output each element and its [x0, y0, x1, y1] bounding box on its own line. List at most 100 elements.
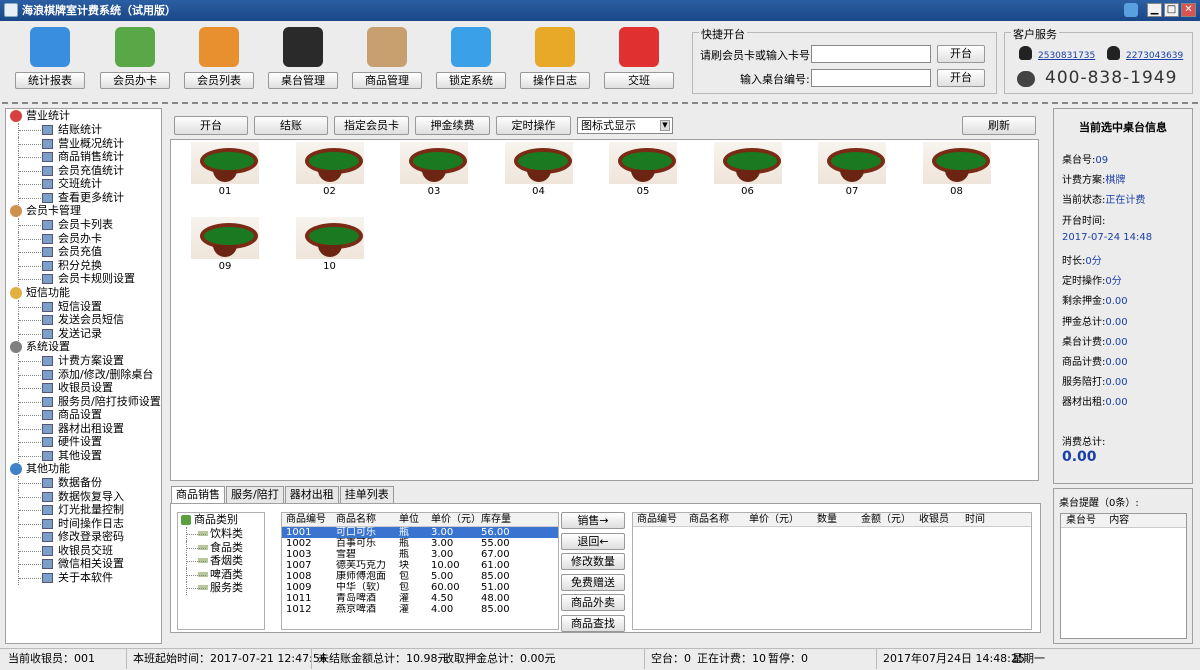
sidebar-group[interactable]: 营业统计 [6, 109, 161, 123]
sidebar-group[interactable]: 其他功能 [6, 462, 161, 476]
free-gift-button[interactable]: 免费赠送 [561, 573, 625, 591]
sidebar-item[interactable]: 交班统计 [6, 177, 161, 191]
sidebar-group[interactable]: 短信功能 [6, 286, 161, 300]
open-by-card-button[interactable]: 开台 [937, 45, 985, 63]
status-billing: 正在计费：10 [697, 652, 766, 665]
takeout-button[interactable]: 商品外卖 [561, 594, 625, 612]
return-button[interactable]: 退回← [561, 532, 625, 550]
minimize-button[interactable]: ▁ [1147, 3, 1162, 17]
table-icon[interactable]: 02 [295, 142, 365, 202]
table-icon[interactable]: 09 [190, 217, 260, 277]
table-row[interactable]: 1003 雪碧 瓶 3.00 67.00 [282, 549, 558, 560]
sidebar-item[interactable]: 发送会员短信 [6, 313, 161, 327]
table-row[interactable]: 1001 可口可乐 瓶 3.00 56.00 [282, 527, 558, 538]
skin-icon[interactable] [1124, 3, 1138, 17]
sell-button[interactable]: 销售→ [561, 512, 625, 529]
modify-qty-button[interactable]: 修改数量 [561, 553, 625, 571]
table-icon[interactable]: 03 [399, 142, 469, 202]
close-button[interactable]: ✕ [1181, 3, 1196, 17]
sidebar-item[interactable]: 收银员设置 [6, 381, 161, 395]
sidebar-item[interactable]: 数据备份 [6, 476, 161, 490]
sidebar-item[interactable]: 添加/修改/删除桌台 [6, 367, 161, 382]
tab-service[interactable]: 服务/陪打 [226, 486, 284, 503]
view-mode-select[interactable]: 图标式显示 ▼ [577, 117, 673, 134]
checkout-button[interactable]: 结账 [254, 116, 328, 135]
sidebar-item[interactable]: 服务员/陪打技师设置 [6, 394, 161, 409]
info-value: 0.00 [1105, 336, 1128, 348]
table-row[interactable]: 1009 中华（软） 包 60.00 51.00 [282, 582, 558, 593]
sidebar-item[interactable]: 计费方案设置 [6, 354, 161, 368]
qq-link-2[interactable]: 2273043639 [1126, 51, 1183, 61]
category-item[interactable]: 食品类 [178, 540, 264, 554]
sidebar-item[interactable]: 时间操作日志 [6, 516, 161, 531]
tab-goods[interactable]: 商品销售 [171, 486, 225, 503]
table-icon[interactable]: 10 [295, 217, 365, 277]
table-row[interactable]: 1008 康师傅泡面 包 5.00 85.00 [282, 571, 558, 582]
table-number-input[interactable] [811, 69, 931, 87]
sidebar-item[interactable]: 修改登录密码 [6, 530, 161, 544]
sidebar-item[interactable]: 商品设置 [6, 408, 161, 422]
sidebar-item[interactable]: 微信相关设置 [6, 557, 161, 571]
sidebar-item[interactable]: 短信设置 [6, 299, 161, 314]
table-row[interactable]: 1012 燕京啤酒 灌 4.00 85.00 [282, 604, 558, 615]
sidebar-item[interactable]: 商品销售统计 [6, 150, 161, 164]
table-row[interactable]: 1011 青岛啤酒 灌 4.50 48.00 [282, 593, 558, 604]
category-item[interactable]: 啤酒类 [178, 567, 264, 581]
sidebar-group[interactable]: 会员卡管理 [6, 204, 161, 218]
sidebar-group[interactable]: 系统设置 [6, 340, 161, 354]
category-item[interactable]: 香烟类 [178, 554, 264, 568]
toolbar-button[interactable]: 操作日志 [520, 72, 590, 89]
table-icon[interactable]: 07 [817, 142, 887, 202]
maximize-button[interactable]: □ [1164, 3, 1179, 17]
title-bar: 海浪棋牌室计费系统（试用版） ▁ □ ✕ [0, 0, 1200, 21]
toolbar-button[interactable]: 会员列表 [184, 72, 254, 89]
sidebar-item[interactable]: 查看更多统计 [6, 190, 161, 205]
open-table-button[interactable]: 开台 [174, 116, 248, 135]
sidebar-item[interactable]: 硬件设置 [6, 435, 161, 449]
table-row[interactable]: 1002 百事可乐 瓶 3.00 55.00 [282, 538, 558, 549]
goods-table[interactable]: 商品编号 商品名称 单位 单价（元） 库存量 1001 可口可乐瓶 3.00 56.00 1002… [281, 512, 559, 630]
refresh-button[interactable]: 刷新 [962, 116, 1036, 135]
table-icon[interactable]: 06 [713, 142, 783, 202]
timer-button[interactable]: 定时操作 [496, 116, 571, 135]
sidebar-item[interactable]: 其他设置 [6, 448, 161, 463]
assign-card-button[interactable]: 指定会员卡 [334, 116, 409, 135]
sidebar-item[interactable]: 结账统计 [6, 123, 161, 137]
sidebar-item[interactable]: 会员充值 [6, 245, 161, 259]
deposit-button[interactable]: 押金续费 [415, 116, 490, 135]
table-icon[interactable]: 08 [922, 142, 992, 202]
sidebar-item[interactable]: 会员卡规则设置 [6, 272, 161, 286]
toolbar-button[interactable]: 锁定系统 [436, 72, 506, 89]
table-icon[interactable]: 01 [190, 142, 260, 202]
category-item[interactable]: 服务类 [178, 581, 264, 595]
category-item[interactable]: 饮料类 [178, 527, 264, 541]
toolbar-button[interactable]: 统计报表 [15, 72, 85, 89]
toolbar-button[interactable]: 会员办卡 [100, 72, 170, 89]
toolbar-button[interactable]: 桌台管理 [268, 72, 338, 89]
sidebar-item[interactable]: 灯光批量控制 [6, 503, 161, 517]
toolbar-button[interactable]: 商品管理 [352, 72, 422, 89]
table-row[interactable]: 1007 德芙巧克力 块 10.00 61.00 [282, 560, 558, 571]
sidebar-item[interactable]: 数据恢复导入 [6, 489, 161, 504]
tab-equipment[interactable]: 器材出租 [284, 486, 339, 503]
toolbar-button[interactable]: 交班 [604, 72, 674, 89]
sidebar-item[interactable]: 营业概况统计 [6, 136, 161, 151]
service-title: 客户服务 [1011, 26, 1059, 42]
sidebar-item[interactable]: 发送记录 [6, 326, 161, 341]
qq-link-1[interactable]: 2530831735 [1038, 51, 1095, 61]
sidebar-item[interactable]: 收银员交班 [6, 543, 161, 558]
category-root[interactable]: 商品类别 [178, 513, 264, 527]
sidebar-item[interactable]: 关于本软件 [6, 570, 161, 585]
sidebar-item[interactable]: 会员卡列表 [6, 218, 161, 232]
tab-pending[interactable]: 挂单列表 [339, 486, 394, 503]
sales-table[interactable]: 商品编号 商品名称 单价（元） 数量 金额（元） 收银员 时间 [632, 512, 1032, 630]
card-input[interactable] [811, 45, 931, 63]
sidebar-item[interactable]: 器材出租设置 [6, 421, 161, 436]
sidebar-item[interactable]: 会员办卡 [6, 231, 161, 246]
open-by-table-button[interactable]: 开台 [937, 69, 985, 87]
table-icon[interactable]: 04 [504, 142, 574, 202]
find-goods-button[interactable]: 商品查找 [561, 615, 625, 632]
sidebar-item[interactable]: 积分兑换 [6, 258, 161, 273]
table-icon[interactable]: 05 [608, 142, 678, 202]
sidebar-item[interactable]: 会员充值统计 [6, 163, 161, 178]
